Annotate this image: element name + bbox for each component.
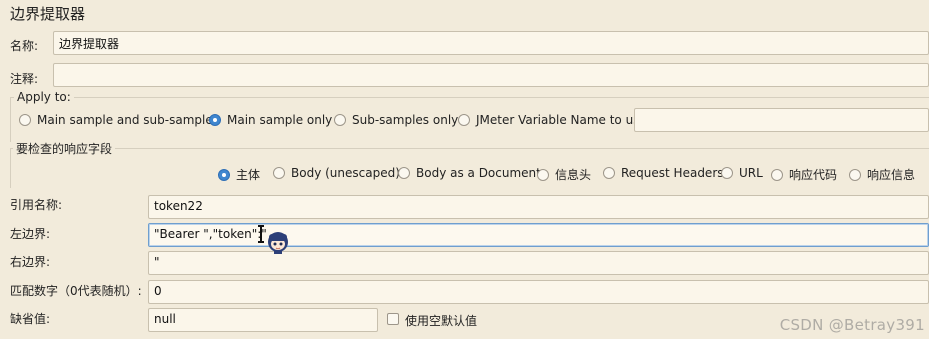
radio-indicator xyxy=(209,114,221,126)
radio-request-headers[interactable]: Request Headers xyxy=(603,166,724,180)
name-field[interactable]: 边界提取器 xyxy=(53,31,929,55)
use-empty-default-checkbox[interactable] xyxy=(387,313,399,325)
avatar-sticker-icon xyxy=(268,232,288,254)
radio-indicator xyxy=(273,167,285,179)
radio-main-and-sub[interactable]: Main sample and sub-samples xyxy=(19,113,219,127)
radio-main-only[interactable]: Main sample only xyxy=(209,113,332,127)
radio-response-message[interactable]: 响应信息 xyxy=(849,166,915,183)
radio-jmeter-variable[interactable]: JMeter Variable Name to use xyxy=(458,113,647,127)
radio-url[interactable]: URL xyxy=(721,166,763,180)
name-label: 名称: xyxy=(10,39,39,53)
use-empty-default-label: 使用空默认值 xyxy=(405,314,478,328)
right-boundary-input[interactable]: " xyxy=(148,251,929,275)
radio-label: 主体 xyxy=(236,168,261,182)
radio-label: 响应信息 xyxy=(867,168,916,182)
text-cursor-icon xyxy=(258,225,264,243)
radio-indicator xyxy=(458,114,470,126)
radio-label: 信息头 xyxy=(555,168,592,182)
apply-to-legend: Apply to: xyxy=(14,90,74,104)
radio-indicator xyxy=(603,167,615,179)
radio-indicator xyxy=(398,167,410,179)
csdn-watermark: CSDN @Betray391 xyxy=(779,316,925,334)
radio-label: Request Headers xyxy=(621,166,724,180)
right-boundary-label: 右边界: xyxy=(10,255,51,269)
radio-label: Main sample and sub-samples xyxy=(37,113,219,127)
radio-response-headers[interactable]: 信息头 xyxy=(537,166,591,183)
radio-indicator xyxy=(721,167,733,179)
match-number-input[interactable]: 0 xyxy=(148,280,929,304)
radio-label: 响应代码 xyxy=(789,168,838,182)
radio-indicator xyxy=(771,168,783,181)
radio-body[interactable]: 主体 xyxy=(218,166,260,183)
radio-label: Sub-samples only xyxy=(352,113,459,127)
comment-label: 注释: xyxy=(10,72,39,86)
reference-name-label: 引用名称: xyxy=(10,198,63,212)
response-field-legend: 要检查的响应字段 xyxy=(13,140,116,157)
radio-indicator xyxy=(537,168,549,181)
radio-response-code[interactable]: 响应代码 xyxy=(771,166,837,183)
radio-indicator xyxy=(218,168,230,181)
radio-label: JMeter Variable Name to use xyxy=(476,113,647,127)
radio-body-unescaped[interactable]: Body (unescaped) xyxy=(273,166,400,180)
reference-name-input[interactable]: token22 xyxy=(148,195,929,219)
radio-body-as-document[interactable]: Body as a Document xyxy=(398,166,541,180)
radio-label: Body as a Document xyxy=(416,166,541,180)
left-boundary-label: 左边界: xyxy=(10,227,51,241)
jmeter-variable-name-input[interactable] xyxy=(634,108,929,132)
radio-label: Main sample only xyxy=(227,113,333,127)
match-number-label: 匹配数字（0代表随机）: xyxy=(10,284,142,298)
radio-indicator xyxy=(19,114,31,126)
panel-title: 边界提取器 xyxy=(10,5,86,23)
radio-label: Body (unescaped) xyxy=(291,166,400,180)
radio-indicator xyxy=(334,114,346,126)
default-value-input[interactable]: null xyxy=(148,308,378,332)
default-value-label: 缺省值: xyxy=(10,312,51,326)
radio-label: URL xyxy=(739,166,763,180)
radio-sub-only[interactable]: Sub-samples only xyxy=(334,113,458,127)
comment-field[interactable] xyxy=(53,63,929,87)
radio-indicator xyxy=(849,168,861,181)
